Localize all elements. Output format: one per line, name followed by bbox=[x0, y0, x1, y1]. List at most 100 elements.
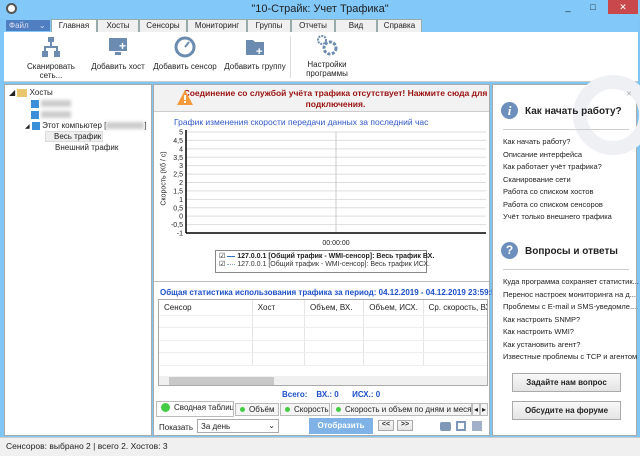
help-link[interactable]: Куда программа сохраняет статистик... bbox=[503, 276, 639, 289]
prev-button[interactable]: << bbox=[378, 420, 394, 431]
stats-title: Общая статистика использования трафика з… bbox=[160, 288, 501, 297]
question-icon: ? bbox=[501, 242, 518, 259]
settings-label-2: программы bbox=[306, 69, 348, 78]
help-link[interactable]: Учёт только внешнего трафика bbox=[503, 211, 612, 224]
svg-text:+: + bbox=[256, 46, 262, 58]
legend-item-in[interactable]: ☑ 127.0.0.1 [Общий трафик - WMI-сенсор]:… bbox=[219, 252, 434, 260]
green-dot-icon bbox=[285, 407, 290, 413]
help-link[interactable]: Работа со списком хостов bbox=[503, 186, 612, 199]
faq-links: Куда программа сохраняет статистик... Пер… bbox=[503, 276, 639, 364]
table-row bbox=[159, 327, 487, 341]
tree-all-traffic[interactable]: Весь трафик bbox=[45, 131, 103, 142]
close-panel-icon[interactable]: ✕ bbox=[626, 90, 632, 98]
tab-scroll-right[interactable]: ▸ bbox=[480, 403, 488, 416]
checkbox[interactable]: ☑ bbox=[219, 253, 225, 260]
divider bbox=[503, 129, 629, 130]
warning-icon bbox=[177, 90, 193, 105]
file-label: Файл bbox=[9, 21, 29, 30]
tab-main[interactable]: Главная bbox=[51, 19, 97, 33]
tree-host[interactable] bbox=[31, 110, 72, 119]
checkbox[interactable]: ☑ bbox=[219, 261, 225, 268]
tab-groups[interactable]: Группы bbox=[247, 19, 291, 32]
legend-item-out[interactable]: ☑ 127.0.0.1 [Общий трафик - WMI-сенсор]:… bbox=[219, 260, 430, 268]
green-dot-icon bbox=[240, 407, 245, 413]
horizontal-scrollbar[interactable] bbox=[159, 376, 487, 385]
tab-label: Скорость и объем по дням и месяцам bbox=[345, 405, 472, 414]
help-link[interactable]: Известные проблемы с TCP и агентом bbox=[503, 351, 639, 364]
settings-label-1: Настройки bbox=[307, 60, 347, 69]
window-title: "10-Страйк: Учет Трафика" bbox=[251, 3, 389, 15]
display-button[interactable]: Отобразить bbox=[309, 418, 373, 434]
expand-icon[interactable]: ◢ bbox=[25, 124, 30, 130]
hosts-tree: ◢ Хосты ◢ Этот компьютер [] Весь трафик … bbox=[4, 84, 152, 436]
tree-root[interactable]: ◢ Хосты bbox=[9, 88, 53, 97]
forum-button[interactable]: Обсудите на форуме bbox=[512, 401, 621, 420]
scan-network-label: Сканировать сеть... bbox=[27, 62, 75, 80]
help-link[interactable]: Как настроить WMI? bbox=[503, 326, 639, 339]
tab-volume[interactable]: Объём bbox=[235, 403, 279, 416]
totals: Всего: ВХ.: 0 ИСХ.: 0 bbox=[282, 390, 380, 399]
green-dot-icon bbox=[161, 403, 170, 413]
total-out: ИСХ.: 0 bbox=[352, 390, 381, 399]
help-link[interactable]: Как работает учёт трафика? bbox=[503, 161, 612, 174]
connection-alert[interactable]: Соединение со службой учёта трафика отсу… bbox=[154, 85, 489, 112]
expand-icon[interactable]: ◢ bbox=[9, 88, 15, 97]
y-tick-label: 2,5 bbox=[173, 172, 183, 179]
col-sensor[interactable]: Сенсор bbox=[159, 300, 253, 316]
tab-label: Скорость bbox=[294, 405, 329, 414]
y-tick-label: 0 bbox=[179, 214, 183, 221]
folder-icon bbox=[17, 88, 28, 97]
table-row bbox=[159, 315, 487, 328]
green-dot-icon bbox=[336, 407, 341, 413]
col-speed-in[interactable]: Ср. скорость, ВХ. bbox=[423, 300, 487, 316]
tab-scroll-left[interactable]: ◂ bbox=[472, 403, 480, 416]
tab-summary-table[interactable]: Сводная таблица bbox=[156, 401, 234, 417]
status-text: Сенсоров: выбрано 2 | всего 2. Хостов: 3 bbox=[6, 441, 168, 451]
settings-button[interactable]: Настройки программы bbox=[296, 34, 358, 78]
total-label: Всего: bbox=[282, 390, 308, 399]
tab-speed-volume-days[interactable]: Скорость и объем по дням и месяцам bbox=[331, 403, 472, 416]
help-link[interactable]: Как начать работу? bbox=[503, 136, 612, 149]
period-select[interactable]: За день ⌄ bbox=[197, 419, 279, 433]
close-button[interactable]: ✕ bbox=[608, 0, 638, 14]
save-icon[interactable] bbox=[456, 421, 466, 431]
tab-label: Сводная таблица bbox=[174, 403, 234, 412]
tab-help[interactable]: Справка bbox=[377, 19, 422, 32]
start-links: Как начать работу? Описание интерфейса Как… bbox=[503, 136, 612, 224]
col-volume-in[interactable]: Объем, ВХ. bbox=[304, 300, 365, 316]
col-host[interactable]: Хост bbox=[252, 300, 305, 316]
help-link[interactable]: Как установить агент? bbox=[503, 339, 639, 352]
help-link[interactable]: Сканирование сети bbox=[503, 174, 612, 187]
col-volume-out[interactable]: Объем, ИСХ. bbox=[363, 300, 424, 316]
tab-sensors[interactable]: Сенсоры bbox=[139, 19, 187, 32]
add-sensor-button[interactable]: Добавить сенсор bbox=[152, 36, 218, 71]
table-row bbox=[159, 340, 487, 353]
minimize-button[interactable]: _ bbox=[556, 0, 580, 14]
tree-this-computer[interactable]: ◢ Этот компьютер [] bbox=[25, 121, 147, 130]
y-tick-label: 4 bbox=[179, 146, 183, 153]
add-group-button[interactable]: + Добавить группу bbox=[224, 36, 286, 71]
next-button[interactable]: >> bbox=[397, 420, 413, 431]
help-link[interactable]: Перенос настроек мониторинга на д... bbox=[503, 289, 639, 302]
file-menu-button[interactable]: Файл ⌄ bbox=[6, 20, 50, 31]
y-tick-label: 2 bbox=[179, 180, 183, 187]
main-panel: Соединение со службой учёта трафика отсу… bbox=[153, 84, 500, 436]
help-link[interactable]: Проблемы с E-mail и SMS-уведомле... bbox=[503, 301, 639, 314]
tab-hosts[interactable]: Хосты bbox=[97, 19, 139, 32]
tab-speed[interactable]: Скорость bbox=[280, 403, 330, 416]
scan-network-button[interactable]: Сканировать сеть... bbox=[16, 36, 86, 80]
tab-view[interactable]: Вид bbox=[335, 19, 377, 32]
divider bbox=[154, 281, 489, 282]
help-link[interactable]: Описание интерфейса bbox=[503, 149, 612, 162]
tree-external-traffic[interactable]: Внешний трафик bbox=[55, 143, 118, 152]
tab-monitoring[interactable]: Мониторинг bbox=[187, 19, 247, 32]
tree-host[interactable] bbox=[31, 99, 72, 108]
tab-reports[interactable]: Отчеты bbox=[291, 19, 335, 32]
print-icon[interactable] bbox=[440, 422, 451, 431]
export-icon[interactable] bbox=[472, 421, 482, 431]
help-link[interactable]: Как настроить SNMP? bbox=[503, 314, 639, 327]
ask-question-button[interactable]: Задайте нам вопрос bbox=[512, 373, 621, 392]
help-link[interactable]: Работа со списком сенсоров bbox=[503, 199, 612, 212]
maximize-button[interactable]: □ bbox=[580, 0, 606, 14]
add-host-button[interactable]: + Добавить хост bbox=[90, 36, 146, 71]
